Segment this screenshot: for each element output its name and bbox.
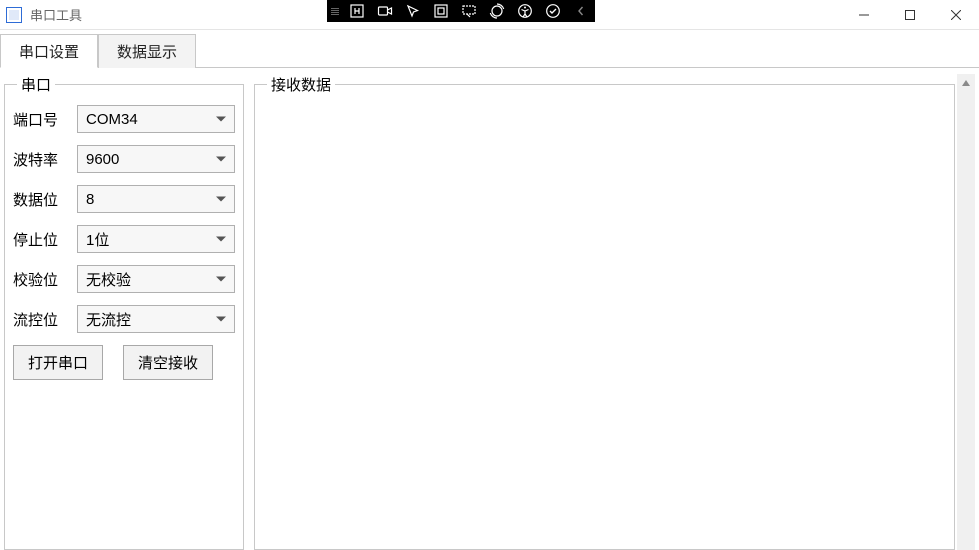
recv-data-group: 接收数据 [254,74,955,550]
parity-select[interactable]: 无校验 [77,265,235,293]
titlebar: 串口工具 [0,0,979,30]
dev-toolbar [327,0,595,22]
xaml-hot-reload-icon[interactable] [487,1,507,21]
recv-data-legend: 接收数据 [267,74,335,95]
accessibility-icon[interactable] [515,1,535,21]
video-icon[interactable] [375,1,395,21]
track-focus-icon[interactable] [459,1,479,21]
open-port-button[interactable]: 打开串口 [13,345,103,380]
layout-icon[interactable] [431,1,451,21]
recv-textbox[interactable] [263,107,946,541]
window-controls [841,0,979,30]
minimize-button[interactable] [841,0,887,30]
databits-label: 数据位 [13,189,67,210]
content-area: 串口 端口号 COM34 波特率 9600 数据位 8 停止位 1位 校验位 无… [0,68,979,550]
close-button[interactable] [933,0,979,30]
databits-select[interactable]: 8 [77,185,235,213]
stopbits-select[interactable]: 1位 [77,225,235,253]
serial-settings-group: 串口 端口号 COM34 波特率 9600 数据位 8 停止位 1位 校验位 无… [4,74,244,550]
port-select[interactable]: COM34 [77,105,235,133]
flow-label: 流控位 [13,309,67,330]
live-tree-icon[interactable] [347,1,367,21]
parity-label: 校验位 [13,269,67,290]
drag-handle-icon[interactable] [331,8,339,15]
app-icon [6,7,22,23]
maximize-button[interactable] [887,0,933,30]
vertical-scrollbar[interactable] [957,74,975,550]
baud-select[interactable]: 9600 [77,145,235,173]
tab-data-display[interactable]: 数据显示 [98,34,196,68]
window-title: 串口工具 [30,5,82,24]
stopbits-label: 停止位 [13,229,67,250]
chevron-left-icon[interactable] [571,1,591,21]
clear-recv-button[interactable]: 清空接收 [123,345,213,380]
flow-select[interactable]: 无流控 [77,305,235,333]
scroll-up-icon[interactable] [957,74,975,92]
tab-serial-settings[interactable]: 串口设置 [0,34,98,68]
tab-strip: 串口设置 数据显示 [0,34,979,68]
check-circle-icon[interactable] [543,1,563,21]
serial-settings-legend: 串口 [17,74,55,95]
port-label: 端口号 [13,109,67,130]
selector-icon[interactable] [403,1,423,21]
baud-label: 波特率 [13,149,67,170]
